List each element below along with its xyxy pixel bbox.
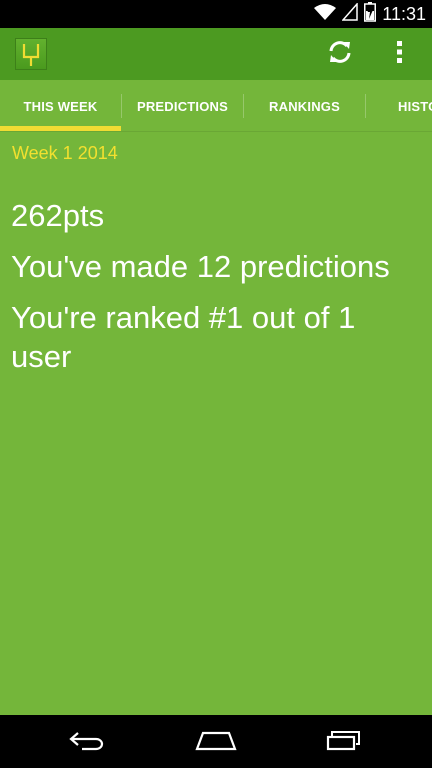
- recents-button[interactable]: [314, 723, 374, 761]
- week-label: Week 1 2014: [12, 143, 118, 163]
- back-icon: [68, 729, 108, 756]
- predictions-count-text: You've made 12 predictions: [11, 249, 390, 284]
- status-clock: 11:31: [382, 3, 426, 24]
- tabs-divider: [0, 131, 432, 132]
- recents-icon: [324, 729, 364, 756]
- refresh-icon: [326, 38, 354, 71]
- tab-history[interactable]: HISTO: [366, 80, 432, 132]
- home-icon: [195, 729, 237, 756]
- action-bar: [0, 28, 432, 80]
- tab-this-week[interactable]: THIS WEEK: [0, 80, 121, 132]
- goalpost-icon: [16, 44, 46, 73]
- signal-icon: [341, 1, 359, 26]
- battery-icon: [364, 1, 377, 27]
- overflow-menu-button[interactable]: [385, 36, 415, 72]
- home-button[interactable]: [186, 723, 246, 761]
- tab-rankings[interactable]: RANKINGS: [244, 80, 365, 132]
- status-bar: 11:31: [0, 0, 432, 28]
- status-icons: 11:31: [314, 0, 426, 28]
- refresh-button[interactable]: [322, 36, 358, 72]
- ranking-text: You're ranked #1 out of 1 user: [11, 300, 356, 374]
- navigation-bar: [0, 715, 432, 768]
- back-button[interactable]: [58, 723, 118, 761]
- app-icon[interactable]: [15, 38, 47, 70]
- tab-predictions[interactable]: PREDICTIONS: [122, 80, 243, 132]
- wifi-icon: [314, 3, 337, 26]
- tab-bar: THIS WEEK PREDICTIONS RANKINGS HISTO: [0, 80, 432, 132]
- overflow-menu-icon: [397, 40, 403, 69]
- points-text: 262pts: [11, 198, 105, 233]
